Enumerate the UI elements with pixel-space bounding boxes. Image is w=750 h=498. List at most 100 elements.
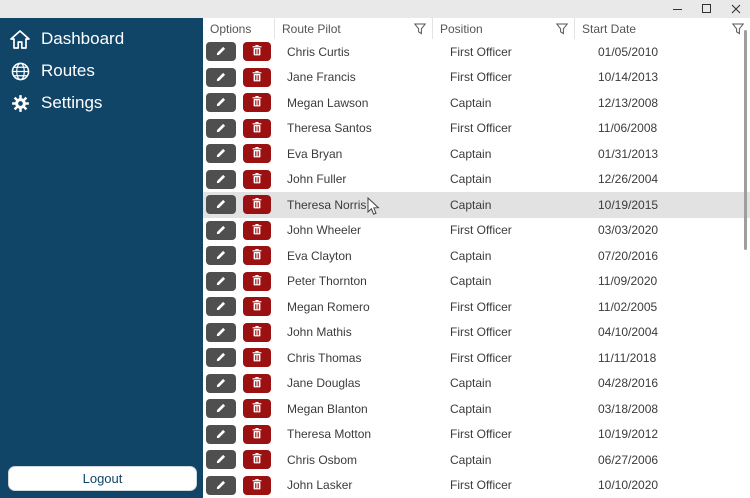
column-header-options[interactable]: Options bbox=[203, 18, 275, 39]
table-row[interactable]: Peter Thornton Captain 11/09/2020 bbox=[203, 269, 750, 295]
edit-button[interactable] bbox=[206, 119, 236, 138]
delete-button[interactable] bbox=[243, 450, 271, 469]
column-header-label: Start Date bbox=[582, 22, 728, 36]
row-start-date: 11/02/2005 bbox=[575, 300, 750, 314]
delete-button[interactable] bbox=[243, 425, 271, 444]
delete-button[interactable] bbox=[243, 272, 271, 291]
row-position: Captain bbox=[433, 249, 575, 263]
row-options-cell bbox=[203, 476, 275, 495]
column-header-route-pilot[interactable]: Route Pilot bbox=[275, 18, 433, 39]
filter-icon[interactable] bbox=[556, 23, 568, 35]
delete-button[interactable] bbox=[243, 170, 271, 189]
edit-button[interactable] bbox=[206, 195, 236, 214]
edit-button[interactable] bbox=[206, 221, 236, 240]
table-row[interactable]: Megan Romero First Officer 11/02/2005 bbox=[203, 294, 750, 320]
table-row[interactable]: John Mathis First Officer 04/10/2004 bbox=[203, 320, 750, 346]
pencil-icon bbox=[216, 325, 227, 340]
table-row[interactable]: Chris Thomas First Officer 11/11/2018 bbox=[203, 345, 750, 371]
row-pilot-name: John Lasker bbox=[275, 478, 433, 492]
table-row[interactable]: John Fuller Captain 12/26/2004 bbox=[203, 167, 750, 193]
delete-button[interactable] bbox=[243, 374, 271, 393]
edit-button[interactable] bbox=[206, 348, 236, 367]
edit-button[interactable] bbox=[206, 450, 236, 469]
pencil-icon bbox=[216, 146, 227, 161]
edit-button[interactable] bbox=[206, 68, 236, 87]
row-position: First Officer bbox=[433, 427, 575, 441]
filter-icon[interactable] bbox=[732, 23, 744, 35]
close-button[interactable] bbox=[721, 0, 750, 18]
edit-button[interactable] bbox=[206, 93, 236, 112]
table-row[interactable]: Megan Blanton Captain 03/18/2008 bbox=[203, 396, 750, 422]
row-pilot-name: Theresa Motton bbox=[275, 427, 433, 441]
table-row[interactable]: Theresa Motton First Officer 10/19/2012 bbox=[203, 422, 750, 448]
pencil-icon bbox=[216, 452, 227, 467]
table-row[interactable]: Chris Curtis First Officer 01/05/2010 bbox=[203, 39, 750, 65]
logout-button[interactable]: Logout bbox=[8, 466, 197, 491]
edit-button[interactable] bbox=[206, 425, 236, 444]
edit-button[interactable] bbox=[206, 272, 236, 291]
trash-icon bbox=[252, 95, 262, 110]
edit-button[interactable] bbox=[206, 144, 236, 163]
delete-button[interactable] bbox=[243, 246, 271, 265]
row-options-cell bbox=[203, 348, 275, 367]
delete-button[interactable] bbox=[243, 68, 271, 87]
row-pilot-name: Theresa Norris bbox=[275, 198, 433, 212]
pencil-icon bbox=[216, 350, 227, 365]
table-row[interactable]: John Wheeler First Officer 03/03/2020 bbox=[203, 218, 750, 244]
table-row[interactable]: Eva Bryan Captain 01/31/2013 bbox=[203, 141, 750, 167]
table-row[interactable]: Megan Lawson Captain 12/13/2008 bbox=[203, 90, 750, 116]
filter-icon[interactable] bbox=[414, 23, 426, 35]
vertical-scrollbar[interactable] bbox=[744, 30, 747, 250]
row-start-date: 03/03/2020 bbox=[575, 223, 750, 237]
delete-button[interactable] bbox=[243, 221, 271, 240]
delete-button[interactable] bbox=[243, 476, 271, 495]
edit-button[interactable] bbox=[206, 42, 236, 61]
column-header-start-date[interactable]: Start Date bbox=[575, 18, 750, 39]
edit-button[interactable] bbox=[206, 476, 236, 495]
trash-icon bbox=[252, 44, 262, 59]
edit-button[interactable] bbox=[206, 399, 236, 418]
gear-icon bbox=[10, 93, 30, 113]
row-position: First Officer bbox=[433, 325, 575, 339]
maximize-button[interactable] bbox=[692, 0, 721, 18]
edit-button[interactable] bbox=[206, 246, 236, 265]
trash-icon bbox=[252, 70, 262, 85]
pencil-icon bbox=[216, 299, 227, 314]
row-position: Captain bbox=[433, 172, 575, 186]
delete-button[interactable] bbox=[243, 399, 271, 418]
edit-button[interactable] bbox=[206, 297, 236, 316]
edit-button[interactable] bbox=[206, 323, 236, 342]
table-row[interactable]: Jane Douglas Captain 04/28/2016 bbox=[203, 371, 750, 397]
table-row[interactable]: Jane Francis First Officer 10/14/2013 bbox=[203, 65, 750, 91]
delete-button[interactable] bbox=[243, 297, 271, 316]
trash-icon bbox=[252, 478, 262, 493]
delete-button[interactable] bbox=[243, 348, 271, 367]
row-position: Captain bbox=[433, 147, 575, 161]
delete-button[interactable] bbox=[243, 42, 271, 61]
trash-icon bbox=[252, 274, 262, 289]
table-row[interactable]: Theresa Santos First Officer 11/06/2008 bbox=[203, 116, 750, 142]
table-row[interactable]: John Lasker First Officer 10/10/2020 bbox=[203, 473, 750, 498]
table-row[interactable]: Eva Clayton Captain 07/20/2016 bbox=[203, 243, 750, 269]
minimize-button[interactable] bbox=[663, 0, 692, 18]
table-row[interactable]: Theresa Norris Captain 10/19/2015 bbox=[203, 192, 750, 218]
edit-button[interactable] bbox=[206, 374, 236, 393]
sidebar-item-routes[interactable]: Routes bbox=[0, 55, 203, 87]
delete-button[interactable] bbox=[243, 195, 271, 214]
row-pilot-name: John Mathis bbox=[275, 325, 433, 339]
delete-button[interactable] bbox=[243, 323, 271, 342]
trash-icon bbox=[252, 401, 262, 416]
sidebar-item-settings[interactable]: Settings bbox=[0, 87, 203, 119]
row-pilot-name: Chris Osbom bbox=[275, 453, 433, 467]
sidebar-item-dashboard[interactable]: Dashboard bbox=[0, 23, 203, 55]
delete-button[interactable] bbox=[243, 144, 271, 163]
sidebar-nav: Dashboard Routes bbox=[0, 18, 203, 119]
edit-button[interactable] bbox=[206, 170, 236, 189]
table-row[interactable]: Chris Osbom Captain 06/27/2006 bbox=[203, 447, 750, 473]
delete-button[interactable] bbox=[243, 93, 271, 112]
column-header-position[interactable]: Position bbox=[433, 18, 575, 39]
delete-button[interactable] bbox=[243, 119, 271, 138]
titlebar bbox=[0, 0, 750, 18]
trash-icon bbox=[252, 350, 262, 365]
trash-icon bbox=[252, 248, 262, 263]
